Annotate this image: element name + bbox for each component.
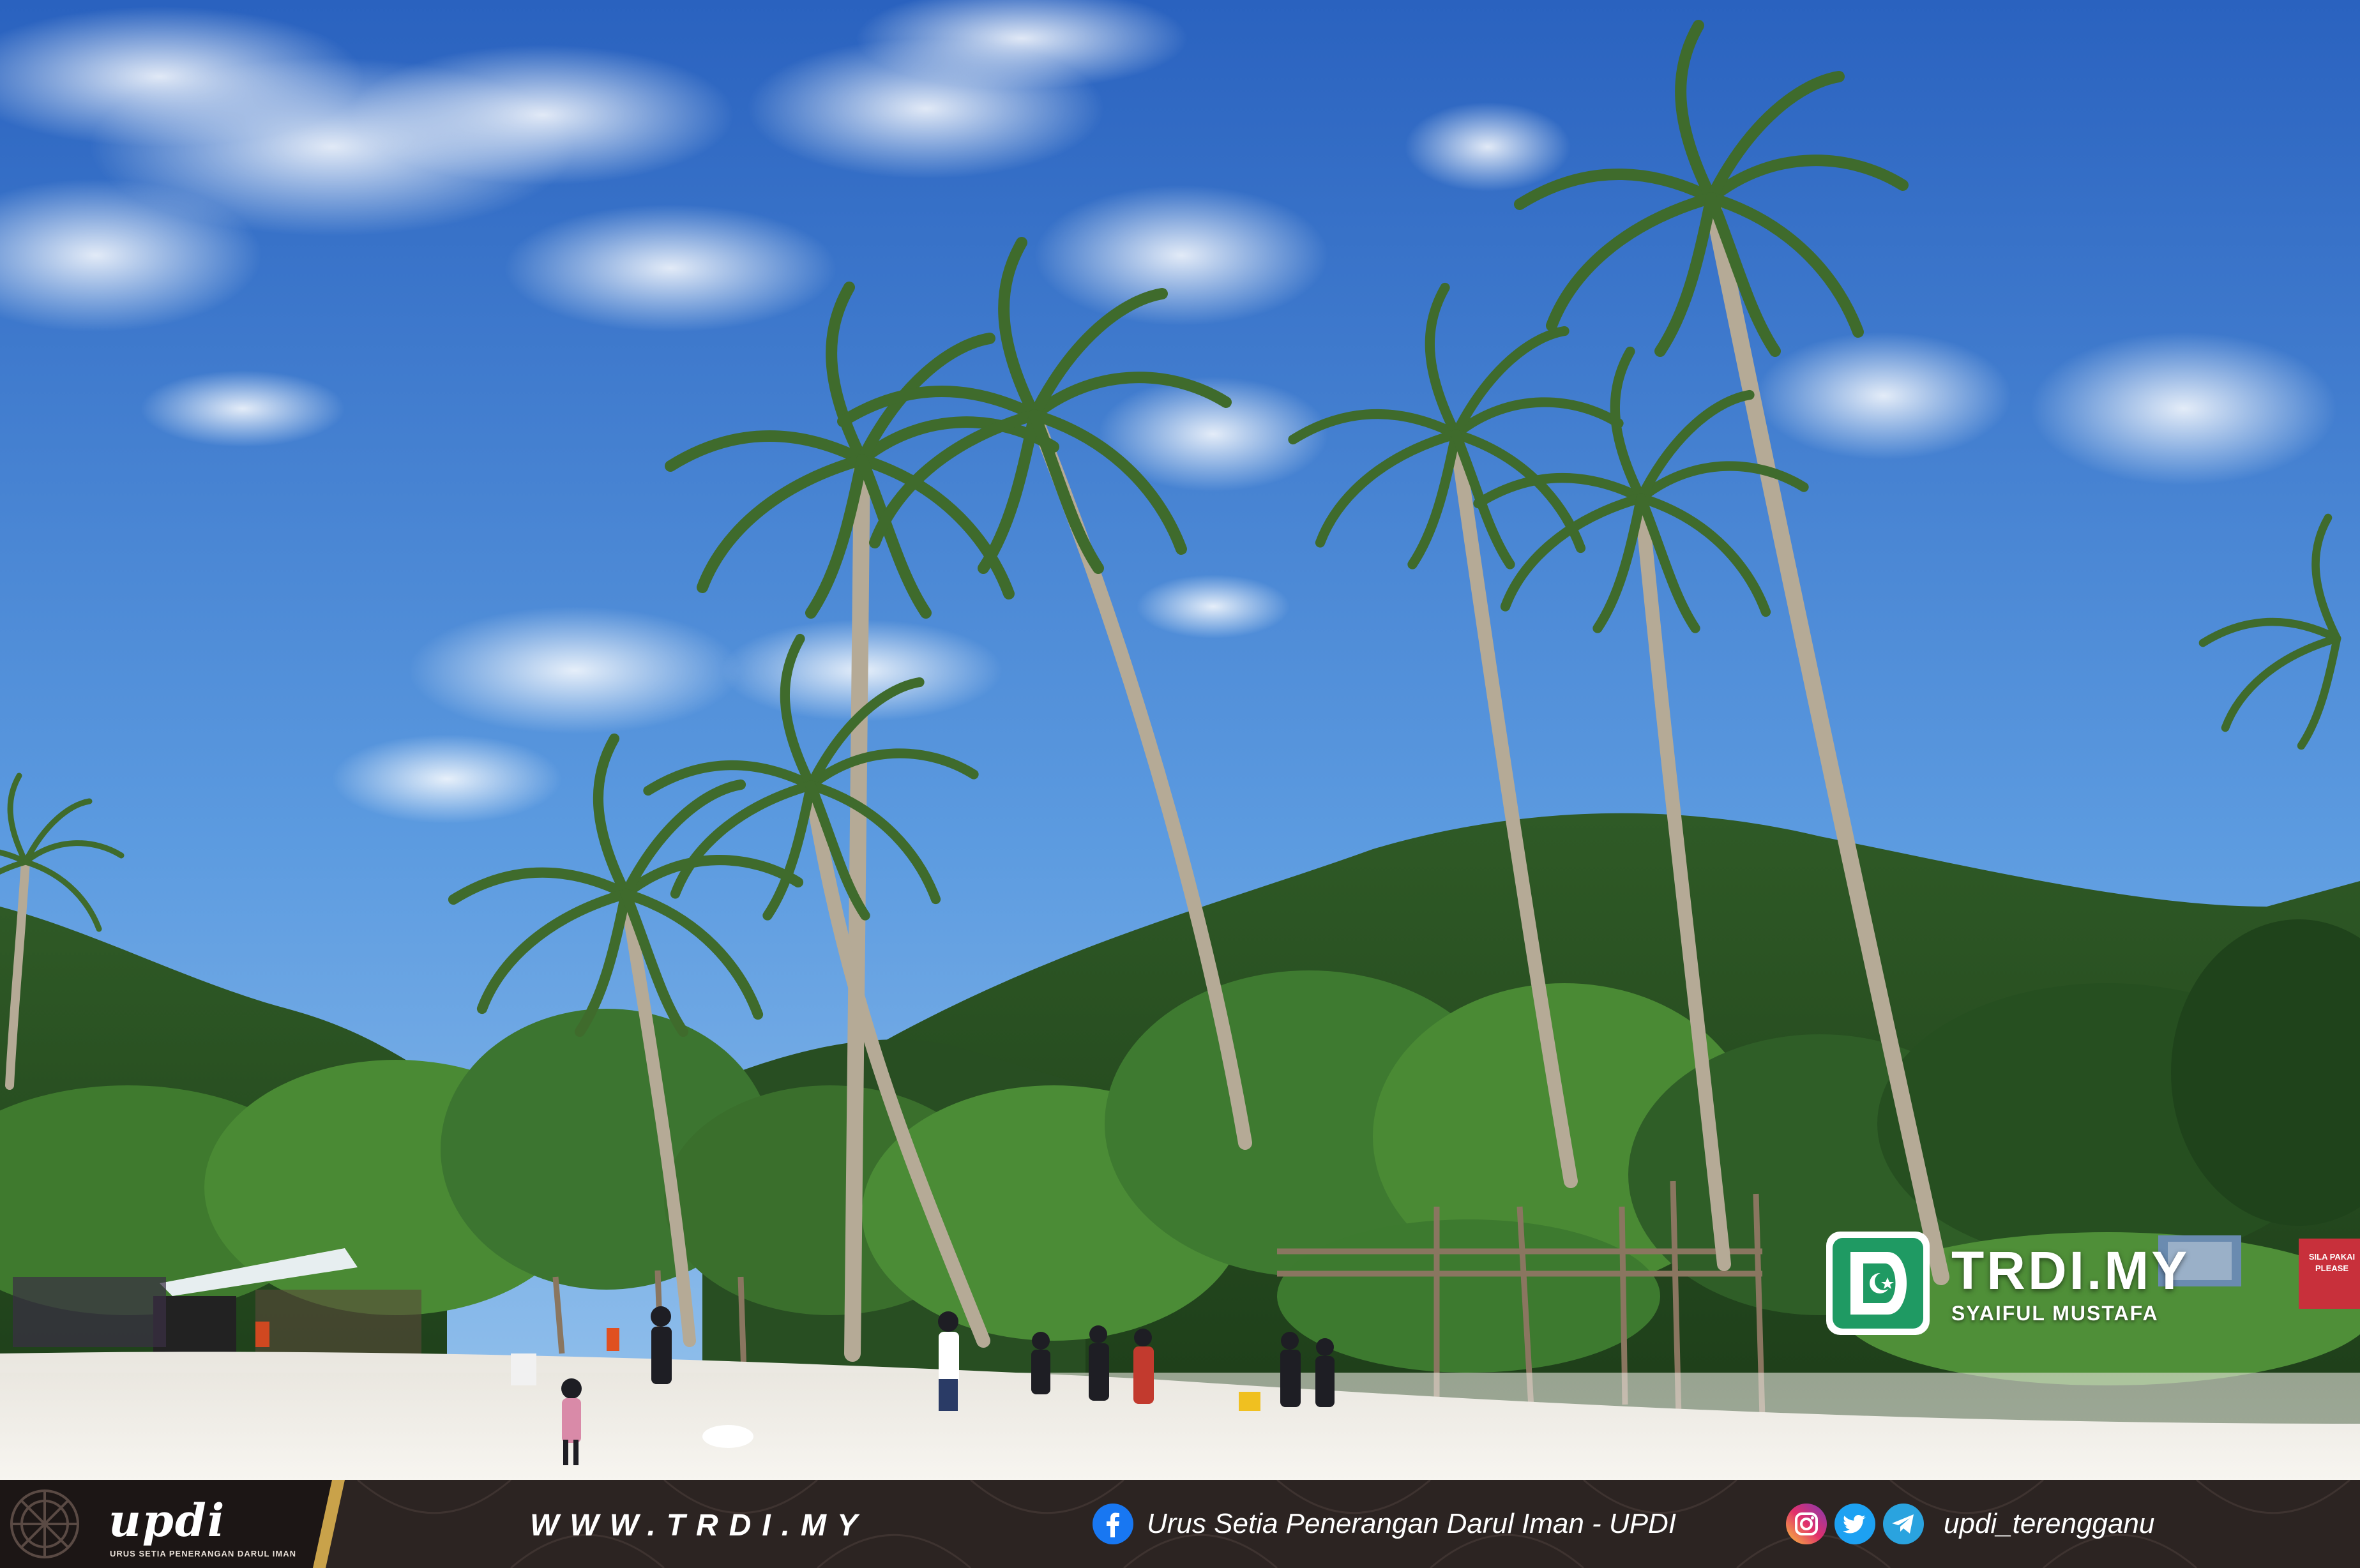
facebook-link[interactable]: Urus Setia Penerangan Darul Iman - UPDI [1092, 1503, 1676, 1545]
watermark-title: TRDI.MY [1951, 1240, 2190, 1300]
updi-logo-icon [10, 1489, 79, 1558]
facebook-page-name: Urus Setia Penerangan Darul Iman - UPDI [1147, 1508, 1677, 1539]
photo-credit: SYAIFUL MUSTAFA [1951, 1301, 2159, 1325]
trdi-logo-icon [1826, 1232, 1930, 1335]
sign-line-2: PLEASE [2315, 1263, 2349, 1273]
footer-bar: updi URUS SETIA PENERANGAN DARUL IMAN WW… [0, 1480, 2360, 1568]
watermark-text: TRDI.MY SYAIFUL MUSTAFA [1951, 1242, 2190, 1325]
sign-text: SILA PAKAI PLEASE [2304, 1251, 2360, 1274]
twitter-icon[interactable] [1834, 1503, 1876, 1545]
chair [511, 1353, 536, 1385]
sign-line-1: SILA PAKAI [2308, 1252, 2356, 1262]
updi-subtitle: URUS SETIA PENERANGAN DARUL IMAN [110, 1549, 297, 1558]
social-links: updi_terengganu [1785, 1503, 2154, 1545]
website-link[interactable]: WWW.TRDI.MY [530, 1508, 868, 1543]
social-handle: updi_terengganu [1944, 1508, 2155, 1539]
telegram-icon[interactable] [1882, 1503, 1925, 1545]
inflatable-unicorn [702, 1425, 753, 1448]
updi-wordmark: updi [109, 1494, 226, 1547]
trdi-watermark: TRDI.MY SYAIFUL MUSTAFA [1824, 1226, 2271, 1341]
facebook-icon [1093, 1504, 1133, 1544]
instagram-icon[interactable] [1785, 1503, 1827, 1545]
photo-stage: SILA PAKAI PLEASE TRDI.MY SYAIFUL MUSTAF… [0, 0, 2360, 1568]
cooler-box [1239, 1392, 1260, 1411]
